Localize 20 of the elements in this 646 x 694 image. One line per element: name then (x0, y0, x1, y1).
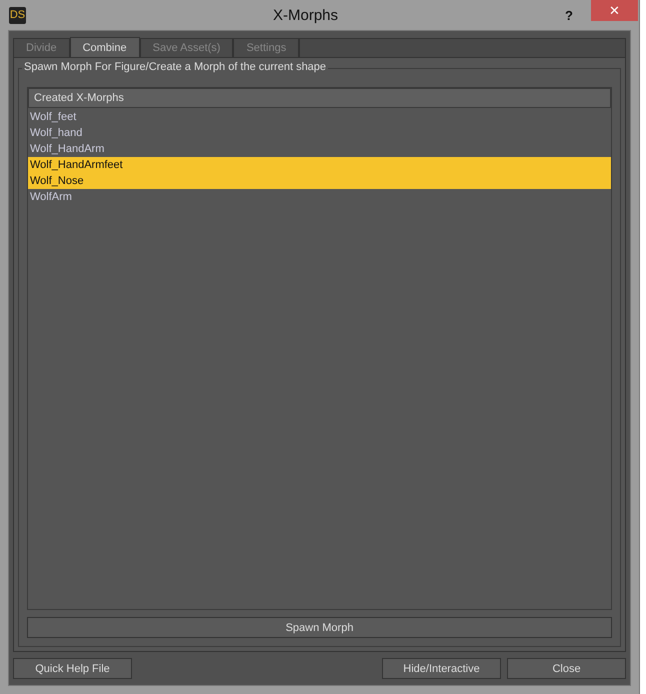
column-header[interactable]: Created X-Morphs (28, 88, 611, 108)
tab[interactable]: Settings (233, 38, 300, 57)
list-item[interactable]: WolfArm (28, 189, 611, 205)
tab[interactable]: Divide (13, 38, 70, 57)
list-item[interactable]: Wolf_HandArmfeet (28, 157, 611, 173)
app-logo: DS (9, 6, 26, 24)
footer-button[interactable]: Hide/Interactive (382, 658, 501, 679)
group-title: Spawn Morph For Figure/Create a Morph of the current shape (22, 61, 328, 73)
help-button[interactable]: ? (565, 8, 573, 22)
list-item[interactable]: Wolf_HandArm (28, 141, 611, 157)
list-item[interactable]: Wolf_hand (28, 125, 611, 141)
list-item[interactable]: Wolf_Nose (28, 173, 611, 189)
tab[interactable]: Combine (70, 37, 140, 57)
quick-help-button[interactable]: Quick Help File (13, 658, 132, 679)
window-title: X-Morphs (272, 6, 340, 24)
tab[interactable]: Save Asset(s) (140, 38, 234, 57)
footer-button[interactable]: Close (507, 658, 626, 679)
spawn-morph-button[interactable]: Spawn Morph (27, 617, 612, 638)
close-button[interactable]: ✕ (591, 0, 638, 21)
list-item[interactable]: Wolf_feet (28, 109, 611, 125)
